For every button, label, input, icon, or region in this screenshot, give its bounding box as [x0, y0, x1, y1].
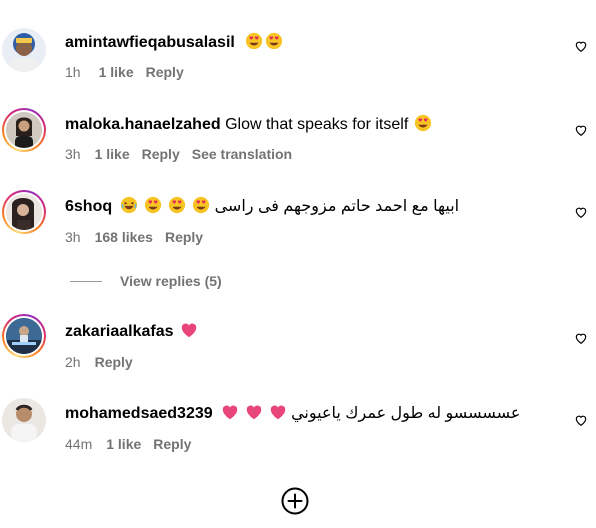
- username[interactable]: 6shoq: [65, 198, 112, 215]
- avatar[interactable]: [2, 28, 46, 72]
- reply-button[interactable]: Reply: [95, 354, 133, 370]
- heart-eyes-emoji-icon: [245, 32, 262, 50]
- pink-heart-emoji-icon: [270, 405, 285, 420]
- timestamp: 44m: [65, 436, 93, 452]
- avatar[interactable]: [2, 190, 46, 234]
- username[interactable]: maloka.hanaelzahed: [65, 116, 221, 133]
- timestamp: 3h: [65, 229, 81, 245]
- avatar[interactable]: [2, 398, 46, 442]
- reply-button[interactable]: Reply: [165, 229, 203, 245]
- avatar[interactable]: [2, 314, 46, 358]
- avatar[interactable]: [2, 108, 46, 152]
- reply-button[interactable]: Reply: [153, 436, 191, 452]
- likes-count[interactable]: 1 like: [106, 436, 141, 452]
- emoji-group: [213, 405, 287, 422]
- username[interactable]: amintawfieqabusalasil: [65, 34, 235, 51]
- heart-eyes-emoji-icon: [169, 196, 186, 214]
- likes-count[interactable]: 1 like: [99, 64, 134, 80]
- pink-heart-emoji-icon: [246, 405, 261, 420]
- see-translation-button[interactable]: See translation: [192, 146, 292, 162]
- heart-eyes-emoji-icon: [265, 32, 282, 50]
- timestamp: 2h: [65, 354, 81, 370]
- heart-outline-icon[interactable]: [574, 413, 588, 427]
- username[interactable]: zakariaalkafas: [65, 323, 174, 340]
- emoji-group: [408, 114, 432, 133]
- heart-outline-icon[interactable]: [574, 39, 588, 53]
- pink-heart-emoji-icon: [222, 405, 237, 420]
- plus-circle-icon[interactable]: [280, 486, 310, 516]
- comment-text: Glow that speaks for itself: [225, 116, 409, 133]
- heart-eyes-emoji-icon: [415, 114, 432, 132]
- comment-text: عسسسسو له طول عمرك ياعيوني: [291, 405, 521, 422]
- username[interactable]: mohamedsaed3239: [65, 405, 213, 422]
- reply-button[interactable]: Reply: [142, 146, 180, 162]
- heart-eyes-emoji-icon: [193, 196, 210, 214]
- likes-count[interactable]: 168 likes: [95, 229, 153, 245]
- comment-text: ابيها مع احمد حاتم مزوجهم فى راسى: [214, 198, 460, 215]
- emoji-group: [112, 196, 210, 215]
- heart-outline-icon[interactable]: [574, 331, 588, 345]
- emoji-group: [235, 32, 283, 51]
- heart-eyes-emoji-icon: [145, 196, 162, 214]
- view-replies-button[interactable]: View replies (5): [70, 272, 222, 290]
- timestamp: 1h: [65, 64, 81, 80]
- laughing-emoji-icon: [121, 196, 138, 214]
- likes-count[interactable]: 1 like: [95, 146, 130, 162]
- divider: [70, 280, 102, 282]
- pink-heart-emoji-icon: [181, 323, 196, 338]
- reply-button[interactable]: Reply: [146, 64, 184, 80]
- view-replies-label: View replies (5): [120, 273, 222, 289]
- heart-outline-icon[interactable]: [574, 123, 588, 137]
- emoji-group: [174, 323, 198, 340]
- timestamp: 3h: [65, 146, 81, 162]
- heart-outline-icon[interactable]: [574, 205, 588, 219]
